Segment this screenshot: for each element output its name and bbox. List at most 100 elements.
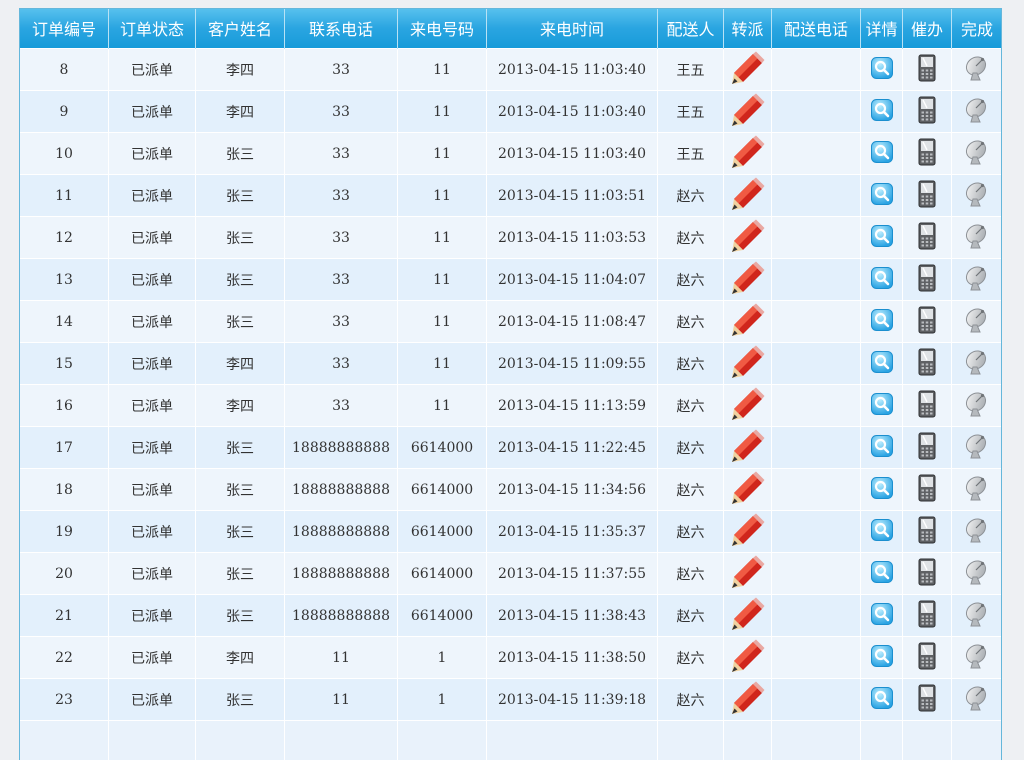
satellite-dish-icon[interactable] bbox=[964, 139, 990, 169]
mobile-phone-icon[interactable] bbox=[918, 264, 936, 296]
magnifier-icon[interactable] bbox=[870, 644, 893, 671]
mobile-phone-icon[interactable] bbox=[918, 390, 936, 422]
reassign-cell[interactable] bbox=[723, 216, 772, 259]
satellite-dish-icon[interactable] bbox=[964, 433, 990, 463]
complete-cell[interactable] bbox=[951, 216, 1001, 259]
pencil-icon[interactable] bbox=[731, 219, 765, 257]
details-cell[interactable] bbox=[860, 90, 903, 133]
mobile-phone-icon[interactable] bbox=[918, 432, 936, 464]
magnifier-icon[interactable] bbox=[870, 602, 893, 629]
mobile-phone-icon[interactable] bbox=[918, 516, 936, 548]
magnifier-icon[interactable] bbox=[870, 98, 893, 125]
complete-cell[interactable] bbox=[951, 468, 1001, 511]
urge-cell[interactable] bbox=[902, 510, 952, 553]
reassign-cell[interactable] bbox=[723, 636, 772, 679]
pencil-icon[interactable] bbox=[731, 261, 765, 299]
mobile-phone-icon[interactable] bbox=[918, 306, 936, 338]
urge-cell[interactable] bbox=[902, 258, 952, 301]
magnifier-icon[interactable] bbox=[870, 434, 893, 461]
details-cell[interactable] bbox=[860, 426, 903, 469]
magnifier-icon[interactable] bbox=[870, 518, 893, 545]
complete-cell[interactable] bbox=[951, 636, 1001, 679]
magnifier-icon[interactable] bbox=[870, 686, 893, 713]
mobile-phone-icon[interactable] bbox=[918, 642, 936, 674]
details-cell[interactable] bbox=[860, 552, 903, 595]
satellite-dish-icon[interactable] bbox=[964, 55, 990, 85]
satellite-dish-icon[interactable] bbox=[964, 685, 990, 715]
magnifier-icon[interactable] bbox=[870, 182, 893, 209]
pencil-icon[interactable] bbox=[731, 513, 765, 551]
magnifier-icon[interactable] bbox=[870, 266, 893, 293]
mobile-phone-icon[interactable] bbox=[918, 348, 936, 380]
complete-cell[interactable] bbox=[951, 300, 1001, 343]
mobile-phone-icon[interactable] bbox=[918, 600, 936, 632]
complete-cell[interactable] bbox=[951, 48, 1001, 91]
complete-cell[interactable] bbox=[951, 678, 1001, 721]
complete-cell[interactable] bbox=[951, 594, 1001, 637]
pencil-icon[interactable] bbox=[731, 303, 765, 341]
magnifier-icon[interactable] bbox=[870, 224, 893, 251]
details-cell[interactable] bbox=[860, 510, 903, 553]
reassign-cell[interactable] bbox=[723, 468, 772, 511]
pencil-icon[interactable] bbox=[731, 51, 765, 89]
magnifier-icon[interactable] bbox=[870, 350, 893, 377]
urge-cell[interactable] bbox=[902, 678, 952, 721]
reassign-cell[interactable] bbox=[723, 552, 772, 595]
satellite-dish-icon[interactable] bbox=[964, 265, 990, 295]
magnifier-icon[interactable] bbox=[870, 560, 893, 587]
details-cell[interactable] bbox=[860, 468, 903, 511]
urge-cell[interactable] bbox=[902, 216, 952, 259]
satellite-dish-icon[interactable] bbox=[964, 349, 990, 379]
satellite-dish-icon[interactable] bbox=[964, 643, 990, 673]
complete-cell[interactable] bbox=[951, 174, 1001, 217]
pencil-icon[interactable] bbox=[731, 429, 765, 467]
pencil-icon[interactable] bbox=[731, 639, 765, 677]
details-cell[interactable] bbox=[860, 258, 903, 301]
urge-cell[interactable] bbox=[902, 552, 952, 595]
reassign-cell[interactable] bbox=[723, 90, 772, 133]
urge-cell[interactable] bbox=[902, 384, 952, 427]
urge-cell[interactable] bbox=[902, 174, 952, 217]
details-cell[interactable] bbox=[860, 300, 903, 343]
satellite-dish-icon[interactable] bbox=[964, 517, 990, 547]
mobile-phone-icon[interactable] bbox=[918, 54, 936, 86]
pencil-icon[interactable] bbox=[731, 93, 765, 131]
complete-cell[interactable] bbox=[951, 90, 1001, 133]
complete-cell[interactable] bbox=[951, 342, 1001, 385]
urge-cell[interactable] bbox=[902, 48, 952, 91]
magnifier-icon[interactable] bbox=[870, 476, 893, 503]
reassign-cell[interactable] bbox=[723, 132, 772, 175]
pencil-icon[interactable] bbox=[731, 597, 765, 635]
details-cell[interactable] bbox=[860, 216, 903, 259]
magnifier-icon[interactable] bbox=[870, 308, 893, 335]
mobile-phone-icon[interactable] bbox=[918, 222, 936, 254]
satellite-dish-icon[interactable] bbox=[964, 391, 990, 421]
complete-cell[interactable] bbox=[951, 510, 1001, 553]
pencil-icon[interactable] bbox=[731, 387, 765, 425]
details-cell[interactable] bbox=[860, 132, 903, 175]
pencil-icon[interactable] bbox=[731, 345, 765, 383]
mobile-phone-icon[interactable] bbox=[918, 138, 936, 170]
urge-cell[interactable] bbox=[902, 594, 952, 637]
reassign-cell[interactable] bbox=[723, 594, 772, 637]
magnifier-icon[interactable] bbox=[870, 56, 893, 83]
pencil-icon[interactable] bbox=[731, 177, 765, 215]
reassign-cell[interactable] bbox=[723, 510, 772, 553]
reassign-cell[interactable] bbox=[723, 384, 772, 427]
complete-cell[interactable] bbox=[951, 258, 1001, 301]
satellite-dish-icon[interactable] bbox=[964, 181, 990, 211]
details-cell[interactable] bbox=[860, 384, 903, 427]
satellite-dish-icon[interactable] bbox=[964, 97, 990, 127]
complete-cell[interactable] bbox=[951, 384, 1001, 427]
satellite-dish-icon[interactable] bbox=[964, 307, 990, 337]
satellite-dish-icon[interactable] bbox=[964, 475, 990, 505]
pencil-icon[interactable] bbox=[731, 681, 765, 719]
details-cell[interactable] bbox=[860, 48, 903, 91]
reassign-cell[interactable] bbox=[723, 48, 772, 91]
mobile-phone-icon[interactable] bbox=[918, 558, 936, 590]
urge-cell[interactable] bbox=[902, 342, 952, 385]
urge-cell[interactable] bbox=[902, 636, 952, 679]
magnifier-icon[interactable] bbox=[870, 140, 893, 167]
satellite-dish-icon[interactable] bbox=[964, 559, 990, 589]
urge-cell[interactable] bbox=[902, 300, 952, 343]
